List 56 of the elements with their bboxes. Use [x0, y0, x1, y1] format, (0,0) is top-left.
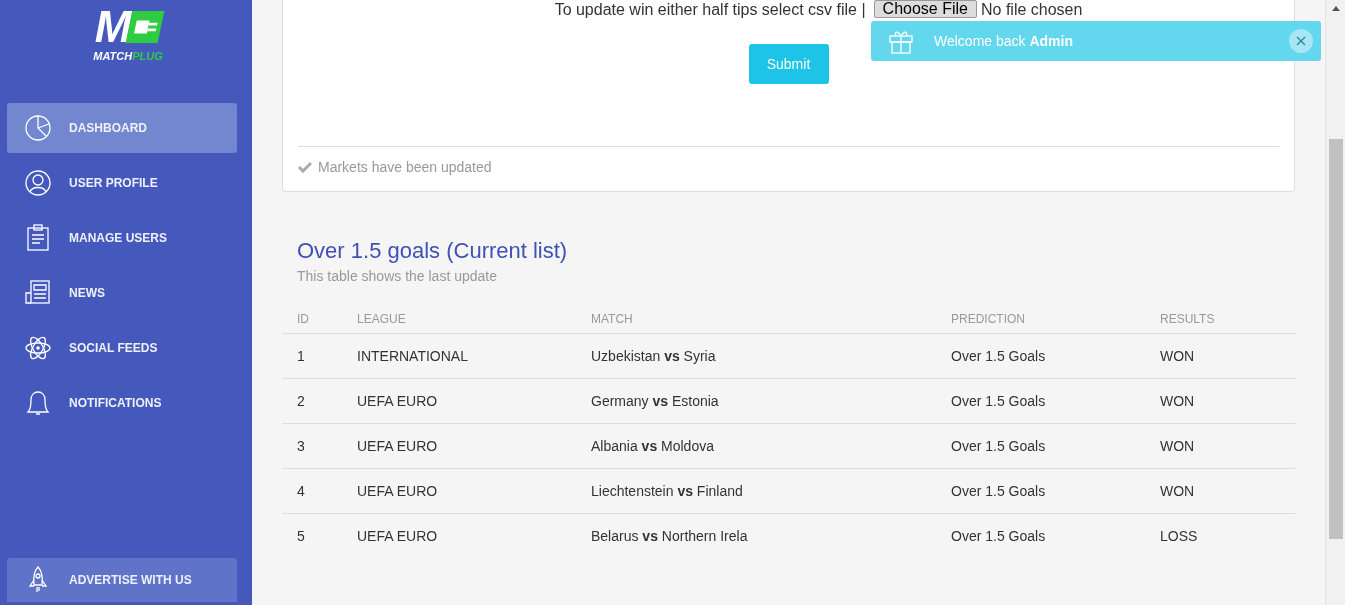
- table-cell: 4: [297, 483, 305, 499]
- table-cell: UEFA EURO: [357, 483, 438, 499]
- advertise-button[interactable]: ADVERTISE WITH US: [7, 558, 237, 602]
- table-cell: LOSS: [1160, 528, 1198, 545]
- table-cell: WON: [1160, 483, 1195, 499]
- scrollbar[interactable]: [1325, 0, 1345, 605]
- choose-file-button[interactable]: Choose File: [873, 0, 977, 18]
- toast-message: Welcome back Admin: [934, 33, 1074, 49]
- column-header: RESULTS: [1145, 312, 1295, 334]
- column-header: ID: [282, 312, 342, 334]
- logo-text: MATCHPLUG: [93, 50, 163, 62]
- file-status: No file chosen: [981, 0, 1083, 18]
- table-cell: Germany vs Estonia: [591, 393, 719, 409]
- sidebar-item[interactable]: NOTIFICATIONS: [7, 378, 237, 428]
- table-cell: 3: [297, 438, 305, 454]
- table-cell: UEFA EURO: [357, 438, 438, 454]
- status-message: Markets have been updated: [318, 159, 492, 175]
- table-cell: 5: [297, 528, 305, 545]
- column-header: LEAGUE: [342, 312, 576, 334]
- sidebar-item[interactable]: USER PROFILE: [7, 158, 237, 208]
- table-cell: Over 1.5 Goals: [951, 528, 1046, 545]
- table-cell: UEFA EURO: [357, 528, 438, 545]
- sidebar-item[interactable]: NEWS: [7, 268, 237, 318]
- section-subtitle: This table shows the last update: [297, 268, 498, 284]
- table-cell: WON: [1160, 348, 1195, 364]
- table-cell: INTERNATIONAL: [357, 348, 468, 364]
- column-header: PREDICTION: [936, 312, 1145, 334]
- table-cell: WON: [1160, 438, 1195, 454]
- table-cell: Uzbekistan vs Syria: [591, 348, 716, 364]
- table-cell: Over 1.5 Goals: [951, 393, 1046, 409]
- clipboard-icon: [24, 224, 52, 252]
- table-cell: WON: [1160, 393, 1195, 409]
- table-cell: Over 1.5 Goals: [951, 348, 1046, 364]
- sidebar-item[interactable]: MANAGE USERS: [7, 213, 237, 263]
- close-icon: [1296, 36, 1306, 46]
- user-icon: [24, 169, 52, 197]
- table-cell: 1: [297, 348, 305, 364]
- column-header: MATCH: [576, 312, 936, 334]
- table-cell: UEFA EURO: [357, 393, 438, 409]
- upload-prompt: To update win either half tips select csv file |: [554, 0, 866, 18]
- check-icon: [298, 161, 312, 173]
- table-cell: 2: [297, 393, 305, 409]
- table-cell: Over 1.5 Goals: [951, 438, 1046, 454]
- pie-chart-icon: [24, 114, 52, 142]
- sidebar-item[interactable]: DASHBOARD: [7, 103, 237, 153]
- sidebar-item[interactable]: SOCIAL FEEDS: [7, 323, 237, 373]
- section-title: Over 1.5 goals (Current list): [297, 238, 569, 264]
- bell-icon: [24, 389, 52, 417]
- table-cell: Albania vs Moldova: [591, 438, 714, 454]
- scroll-up-icon[interactable]: [1331, 6, 1340, 11]
- atom-icon: [24, 334, 52, 362]
- table-cell: Over 1.5 Goals: [951, 483, 1046, 499]
- newspaper-icon: [24, 279, 52, 307]
- table-cell: Belarus vs Northern Irela: [591, 528, 748, 545]
- close-button[interactable]: [1289, 29, 1313, 53]
- table-cell: Liechtenstein vs Finland: [591, 483, 743, 499]
